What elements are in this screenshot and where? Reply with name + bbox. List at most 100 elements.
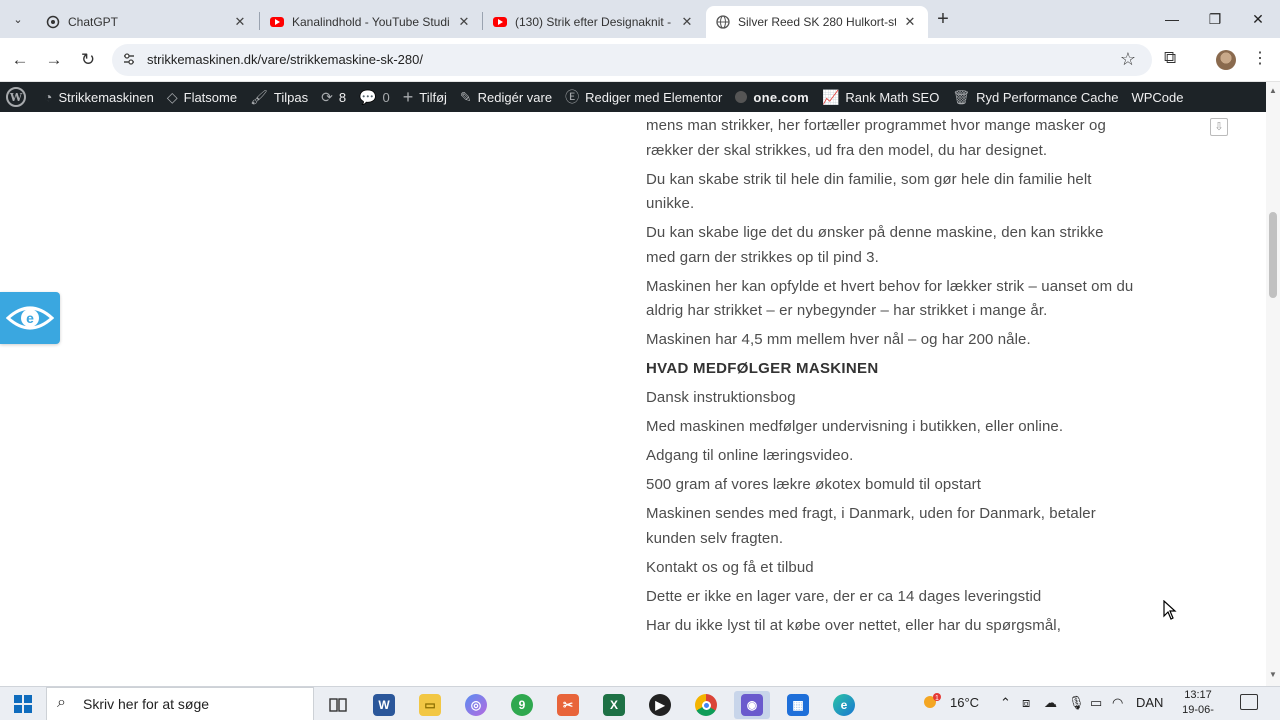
accessibility-eye-button[interactable]: e <box>0 292 60 344</box>
word-app-icon[interactable]: W <box>366 691 402 719</box>
description-paragraph: Maskinen har 4,5 mm mellem hver nål – og… <box>646 331 1031 348</box>
admin-add-new[interactable]: + Tilføj <box>403 82 447 112</box>
reload-icon[interactable]: ↻ <box>76 48 100 72</box>
comments-count: 0 <box>382 89 390 105</box>
close-tab-icon[interactable]: ✕ <box>232 14 248 30</box>
share-icon[interactable]: ⇩ <box>1210 118 1228 136</box>
battery-icon[interactable]: ▭ <box>1090 695 1102 711</box>
svg-text:e: e <box>26 310 34 326</box>
admin-site-name[interactable]: ◔ Strikkemaskinen <box>44 82 154 112</box>
profile-avatar[interactable] <box>1216 50 1236 70</box>
wordpress-logo-icon[interactable]: W <box>6 87 26 107</box>
tab-title: Kanalindhold - YouTube Studio <box>292 15 450 29</box>
restore-icon[interactable]: ❐ <box>1195 6 1235 32</box>
included-item: Maskinen sendes med fragt, i Danmark, ud… <box>646 505 1096 547</box>
tab-title: Silver Reed SK 280 Hulkort-strikkemaskin… <box>738 15 896 29</box>
tab-youtube-studio[interactable]: Kanalindhold - YouTube Studio ✕ <box>260 6 482 38</box>
forward-arrow-icon[interactable]: → <box>42 48 66 72</box>
description-paragraph: Du kan skabe lige det du ønsker på denne… <box>646 224 1104 266</box>
store-app-icon[interactable]: ▦ <box>780 691 816 719</box>
extensions-puzzle-icon[interactable]: ⧉ <box>1164 48 1176 68</box>
clock-time: 13:17 <box>1184 689 1212 701</box>
close-tab-icon[interactable]: ✕ <box>902 14 918 30</box>
close-tab-icon[interactable]: ✕ <box>679 14 695 30</box>
admin-add-new-label: Tilføj <box>419 89 447 105</box>
wifi-icon[interactable]: ◠ <box>1112 695 1123 711</box>
green-nine-app-icon[interactable]: 9 <box>504 691 540 719</box>
taskbar-clock[interactable]: 13:17 19-06-2024 <box>1170 688 1226 720</box>
tray-chevron-up-icon[interactable]: ⌃ <box>1000 695 1011 711</box>
close-window-icon[interactable]: ✕ <box>1238 6 1278 32</box>
product-description: mens man strikker, her fortæller program… <box>646 114 1136 643</box>
windows-start-icon[interactable] <box>14 695 32 713</box>
tray-app-icon[interactable]: ⧈ <box>1022 695 1030 711</box>
search-icon: ⌕ <box>57 694 66 711</box>
screen-recorder-icon[interactable]: ◉ <box>734 691 770 719</box>
tab-title: ChatGPT <box>68 15 119 29</box>
admin-elementor[interactable]: Ⓔ Rediger med Elementor <box>565 82 722 112</box>
included-item: Adgang til online læringsvideo. <box>646 447 854 464</box>
admin-wpcode-label: WPCode <box>1131 89 1184 105</box>
admin-theme-flatsome[interactable]: ◇ Flatsome <box>167 82 237 112</box>
microphone-icon[interactable]: 🎙 <box>1068 695 1085 711</box>
description-paragraph: Du kan skabe strik til hele din familie,… <box>646 170 1092 213</box>
pencil-icon: ✎ <box>459 88 472 105</box>
onedrive-cloud-icon[interactable]: ☁ <box>1044 695 1057 711</box>
description-paragraph: Maskinen her kan opfylde et hvert behov … <box>646 277 1134 320</box>
file-explorer-icon[interactable]: ▭ <box>412 691 448 719</box>
scroll-up-arrow-icon[interactable]: ▲ <box>1269 86 1277 95</box>
admin-updates[interactable]: ⟳ 8 <box>321 82 346 112</box>
tab-youtube-designaknit[interactable]: (130) Strik efter Designaknit - YouTube … <box>483 6 705 38</box>
url-text: strikkemaskinen.dk/vare/strikkemaskine-s… <box>147 52 423 67</box>
youtube-icon <box>493 15 507 29</box>
admin-onecom[interactable]: one.com <box>735 82 809 112</box>
address-bar[interactable]: strikkemaskinen.dk/vare/strikkemaskine-s… <box>112 44 1152 76</box>
rank-math-chart-icon: 📈 <box>821 88 840 105</box>
admin-rank-math[interactable]: 📈 Rank Math SEO <box>822 82 939 112</box>
tab-search-chevron-icon[interactable]: ⌄ <box>6 7 30 31</box>
admin-edit-product[interactable]: ✎ Redigér vare <box>460 82 552 112</box>
close-tab-icon[interactable]: ✕ <box>456 14 472 30</box>
admin-customize[interactable]: 🖌 Tilpas <box>250 82 308 112</box>
site-info-icon[interactable] <box>122 52 136 69</box>
chrome-app-icon[interactable] <box>688 691 724 719</box>
tab-silver-reed[interactable]: Silver Reed SK 280 Hulkort-strikkemaskin… <box>706 6 928 38</box>
admin-wpcode[interactable]: WPCode <box>1131 82 1183 112</box>
updates-refresh-icon: ⟳ <box>321 88 333 105</box>
flatsome-diamond-icon: ◇ <box>166 88 178 105</box>
weather-icon[interactable]: 1 <box>920 691 942 716</box>
accessibility-eye-icon: e <box>6 306 54 330</box>
youtube-icon <box>270 15 284 29</box>
notification-center-icon[interactable] <box>1240 694 1258 710</box>
clock-date: 19-06-2024 <box>1182 704 1214 720</box>
tab-chatgpt[interactable]: ChatGPT ✕ <box>36 6 258 38</box>
edge-app-icon[interactable]: e <box>826 691 862 719</box>
scrollbar-thumb[interactable] <box>1269 212 1277 298</box>
scroll-down-arrow-icon[interactable]: ▼ <box>1269 670 1277 679</box>
input-language[interactable]: DAN <box>1136 695 1163 710</box>
taskbar-search-placeholder: Skriv her for at søge <box>83 696 210 712</box>
page-scrollbar[interactable]: ▲ ▼ <box>1266 82 1280 686</box>
new-tab-button[interactable]: + <box>932 8 954 31</box>
elementor-icon: Ⓔ <box>565 89 580 105</box>
excel-app-icon[interactable]: X <box>596 691 632 719</box>
browser-menu-icon[interactable]: ⋮ <box>1252 48 1268 68</box>
admin-customize-label: Tilpas <box>273 89 309 105</box>
media-player-icon[interactable]: ▶ <box>642 691 678 719</box>
copilot-app-icon[interactable]: ◎ <box>458 691 494 719</box>
trash-icon: 🗑 <box>952 88 971 105</box>
admin-performance-cache[interactable]: 🗑 Ryd Performance Cache <box>952 82 1118 112</box>
back-arrow-icon[interactable]: ← <box>8 48 32 72</box>
task-view-icon[interactable] <box>320 691 356 719</box>
snipping-tool-icon[interactable]: ✂ <box>550 691 586 719</box>
admin-onecom-label: one.com <box>753 89 809 105</box>
browser-tab-strip: ⌄ ChatGPT ✕ Kanalindhold - YouTube Studi… <box>0 0 1280 38</box>
dashboard-gauge-icon: ◔ <box>44 89 53 105</box>
taskbar-search-box[interactable]: ⌕ Skriv her for at søge <box>46 687 314 720</box>
comment-bubble-icon: 💬 <box>359 88 377 105</box>
minimize-icon[interactable]: — <box>1152 6 1192 32</box>
bookmark-star-icon[interactable]: ☆ <box>1120 49 1136 70</box>
weather-temperature[interactable]: 16°C <box>950 695 979 710</box>
admin-comments[interactable]: 💬 0 <box>359 82 390 112</box>
mouse-cursor-icon <box>1163 600 1177 620</box>
